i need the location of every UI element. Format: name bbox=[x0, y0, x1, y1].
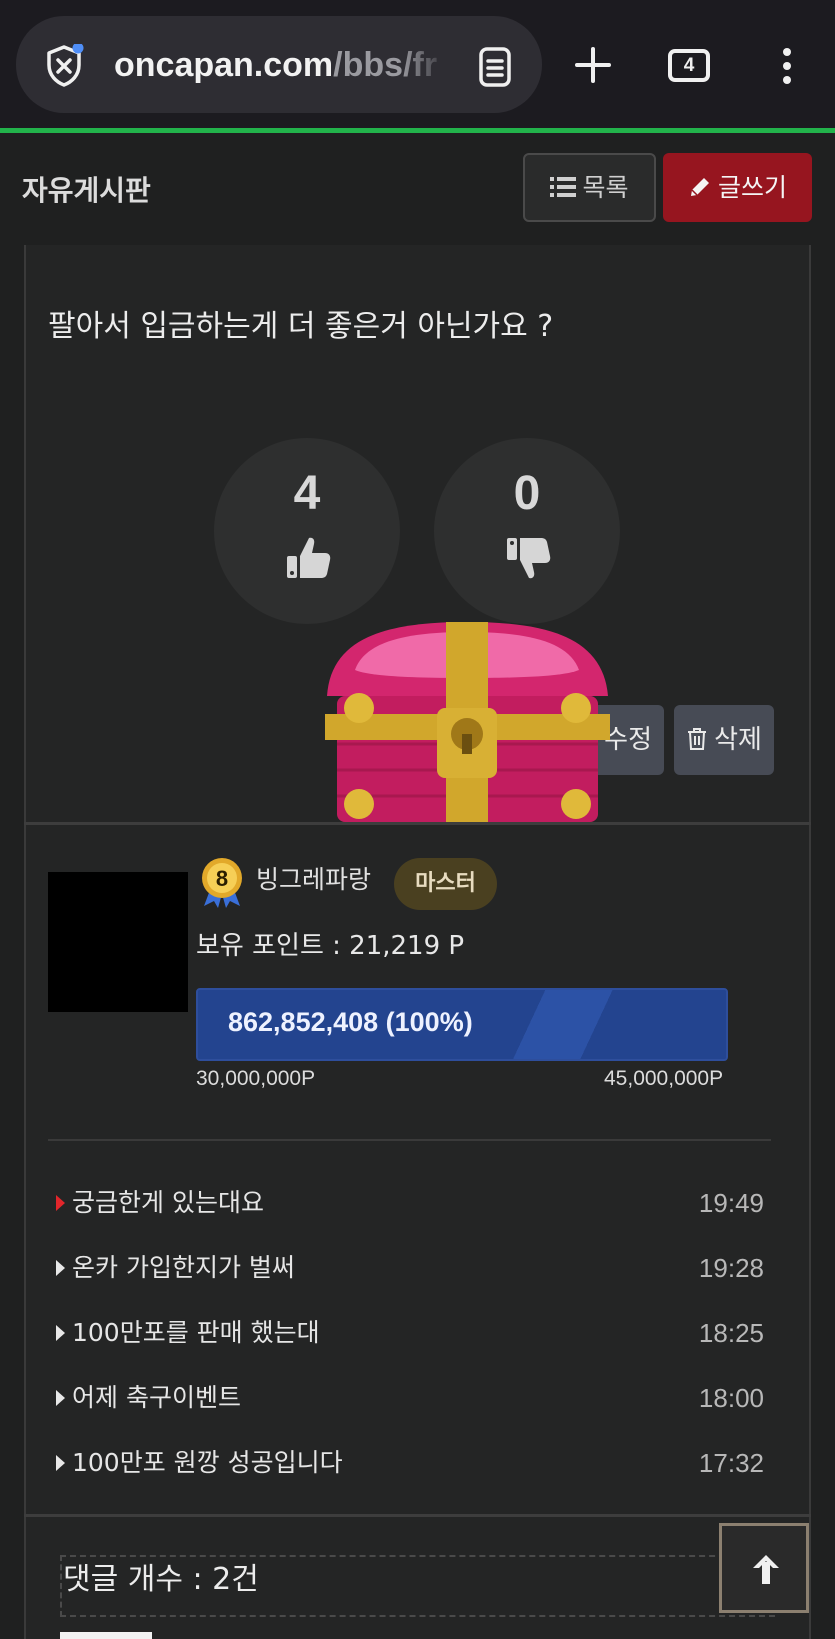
caret-right-icon bbox=[56, 1325, 65, 1341]
caret-right-icon bbox=[56, 1260, 65, 1276]
xp-progress-text: 862,852,408 (100%) bbox=[228, 1007, 473, 1037]
related-post-time: 17:32 bbox=[698, 1448, 764, 1478]
related-post-time: 19:49 bbox=[698, 1188, 764, 1218]
list-button[interactable]: 목록 bbox=[523, 153, 656, 222]
list-icon bbox=[550, 177, 577, 197]
browser-toolbar: oncapan.com/bbs/fr 4 bbox=[0, 0, 835, 133]
arrow-up-icon bbox=[753, 1555, 779, 1584]
board-title: 자유게시판 bbox=[22, 174, 151, 207]
section-divider bbox=[24, 822, 811, 825]
author-points: 보유 포인트 : 21,219 P bbox=[196, 931, 465, 961]
tabs-icon[interactable]: 4 bbox=[668, 49, 710, 82]
comment-count: 댓글 개수 : 2건 bbox=[63, 1562, 259, 1597]
caret-right-icon bbox=[56, 1455, 65, 1471]
xp-progress-bar: 862,852,408 (100%) bbox=[196, 988, 728, 1061]
edit-button-label: 수정 bbox=[604, 725, 652, 755]
profile-divider bbox=[48, 1139, 771, 1141]
thumbs-down-icon bbox=[507, 538, 551, 579]
caret-right-icon bbox=[56, 1195, 65, 1211]
dislike-count: 0 bbox=[513, 467, 541, 520]
treasure-chest-icon[interactable] bbox=[325, 620, 610, 830]
like-button[interactable]: 4 bbox=[214, 438, 400, 624]
reader-mode-icon[interactable] bbox=[472, 44, 518, 90]
related-post-item[interactable]: 100만포를 판매 했는대 18:25 bbox=[52, 1311, 772, 1355]
plus-icon[interactable] bbox=[570, 42, 616, 88]
related-post-title: 100만포를 판매 했는대 bbox=[72, 1318, 320, 1347]
related-post-time: 19:28 bbox=[698, 1253, 764, 1283]
xp-max-label: 45,000,000P bbox=[604, 1067, 724, 1090]
delete-button-label: 삭제 bbox=[714, 725, 762, 755]
xp-min-label: 30,000,000P bbox=[196, 1067, 316, 1090]
kebab-menu-icon[interactable] bbox=[775, 44, 799, 88]
related-post-title: 어제 축구이벤트 bbox=[72, 1383, 241, 1412]
thumbs-up-icon bbox=[287, 537, 331, 578]
related-post-item[interactable]: 어제 축구이벤트 18:00 bbox=[52, 1376, 772, 1420]
avatar bbox=[48, 872, 188, 1012]
list-button-label: 목록 bbox=[582, 173, 629, 202]
url-host: oncapan.com bbox=[114, 46, 334, 84]
related-post-title: 온카 가입한지가 벌써 bbox=[72, 1253, 295, 1282]
trash-icon bbox=[688, 727, 707, 750]
related-post-time: 18:00 bbox=[698, 1383, 764, 1413]
related-post-item[interactable]: 온카 가입한지가 벌써 19:28 bbox=[52, 1246, 772, 1290]
rank-badge: 마스터 bbox=[394, 858, 497, 910]
related-post-title: 궁금한게 있는대요 bbox=[72, 1188, 264, 1217]
scroll-to-top-button[interactable] bbox=[719, 1523, 809, 1613]
write-button-label: 글쓰기 bbox=[717, 173, 787, 202]
related-post-item[interactable]: 궁금한게 있는대요 19:49 bbox=[52, 1181, 772, 1225]
delete-button[interactable]: 삭제 bbox=[674, 705, 774, 775]
related-post-item[interactable]: 100만포 원깡 성공입니다 17:32 bbox=[52, 1441, 772, 1485]
url-text[interactable]: oncapan.com/bbs/fr bbox=[114, 40, 444, 90]
author-nickname[interactable]: 빙그레파랑 bbox=[256, 862, 371, 898]
pencil-icon bbox=[690, 178, 709, 196]
like-count: 4 bbox=[293, 467, 321, 520]
caret-right-icon bbox=[56, 1390, 65, 1406]
post-title: 팔아서 입금하는게 더 좋은거 아닌가요 ? bbox=[48, 309, 554, 344]
url-fade bbox=[400, 40, 450, 90]
related-post-time: 18:25 bbox=[698, 1318, 764, 1348]
dislike-button[interactable]: 0 bbox=[434, 438, 620, 624]
related-post-title: 100만포 원깡 성공입니다 bbox=[72, 1448, 343, 1477]
comments-divider bbox=[24, 1514, 811, 1517]
level-number: 8 bbox=[216, 866, 228, 891]
comment-avatar-stub bbox=[60, 1632, 152, 1639]
shield-x-icon[interactable] bbox=[44, 44, 84, 88]
write-button[interactable]: 글쓰기 bbox=[663, 153, 812, 222]
level-badge-icon: 8 bbox=[202, 858, 242, 908]
